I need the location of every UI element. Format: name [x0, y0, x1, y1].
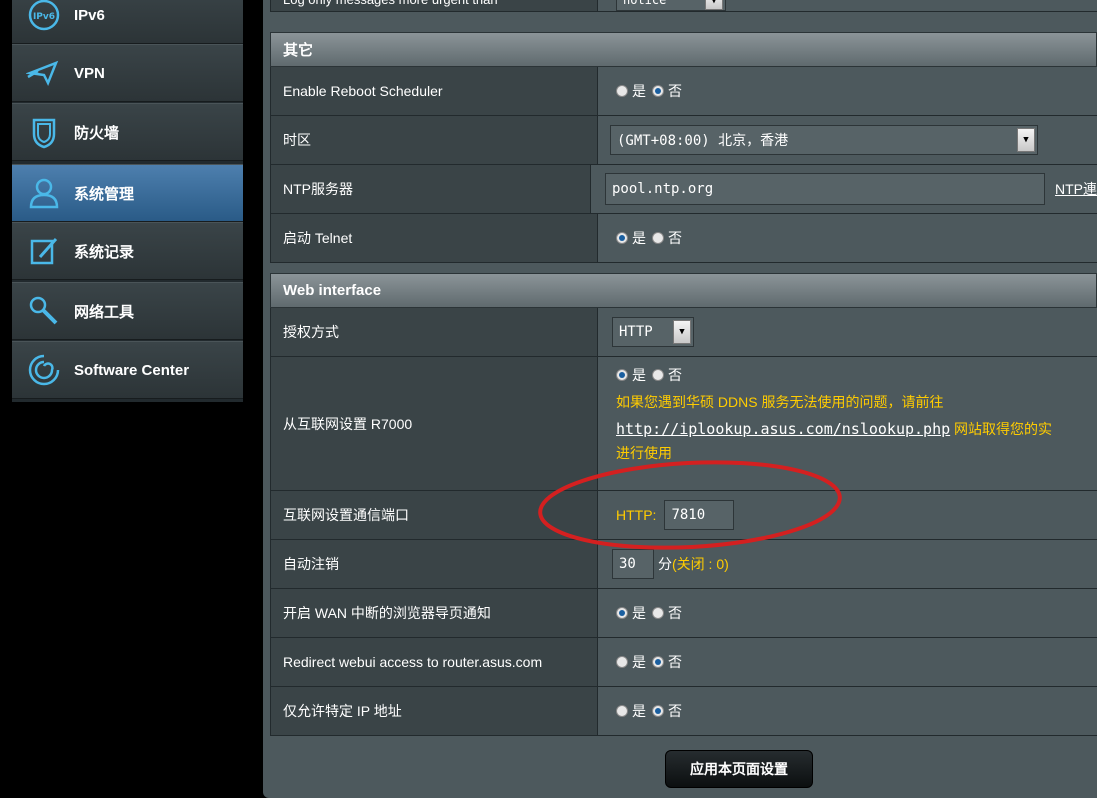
log-level-label: Log only messages more urgent than	[270, 0, 598, 11]
admin-user-icon	[24, 173, 64, 213]
ip-restrict-label: 仅允许特定 IP 地址	[270, 687, 598, 735]
ip-restrict-no-radio[interactable]: 否	[652, 701, 682, 721]
redirect-yes-radio[interactable]: 是	[616, 652, 646, 672]
sidebar-item-software-center[interactable]: Software Center	[12, 341, 243, 399]
sidebar-item-vpn[interactable]: VPN	[12, 44, 243, 102]
sidebar-item-firewall[interactable]: 防火墙	[12, 103, 243, 161]
ipv6-icon: IPv6	[24, 0, 64, 35]
ddns-warning-text: 如果您遇到华硕 DDNS 服务无法使用的问题，请前往	[616, 394, 944, 410]
ddns-warning-text-3: 进行使用	[616, 445, 672, 461]
remote-access-label: 从互联网设置 R7000	[270, 357, 598, 490]
redirect-no-radio[interactable]: 否	[652, 652, 682, 672]
sidebar-item-syslog[interactable]: 系统记录	[12, 222, 243, 280]
sidebar-item-label: 网络工具	[74, 303, 135, 321]
chevron-down-icon: ▼	[1017, 128, 1035, 152]
ip-restrict-yes-radio[interactable]: 是	[616, 701, 646, 721]
syslog-icon	[24, 231, 64, 271]
redirect-webui-label: Redirect webui access to router.asus.com	[270, 638, 598, 686]
http-port-label: 互联网设置通信端口	[270, 491, 598, 539]
auth-method-label: 授权方式	[270, 308, 598, 356]
wan-notify-yes-radio[interactable]: 是	[616, 603, 646, 623]
wan-notify-no-radio[interactable]: 否	[652, 603, 682, 623]
ntp-link[interactable]: NTP連	[1055, 179, 1097, 199]
telnet-no-radio[interactable]: 否	[652, 228, 682, 248]
sidebar-item-label: 系统管理	[74, 185, 135, 203]
remote-yes-radio[interactable]: 是	[616, 365, 646, 385]
log-level-select[interactable]: notice ▼	[616, 0, 726, 11]
software-center-icon	[24, 350, 64, 390]
timezone-row: 时区 (GMT+08:00) 北京，香港 ▼	[270, 116, 1097, 165]
web-interface-section: Web interface 授权方式 HTTP ▼ 从互联网设置 R7000 是…	[270, 273, 1097, 736]
sidebar-item-label: 系统记录	[74, 243, 135, 261]
auth-method-select[interactable]: HTTP ▼	[612, 317, 694, 347]
telnet-row: 启动 Telnet 是 否	[270, 214, 1097, 263]
ntp-server-input[interactable]: pool.ntp.org	[605, 173, 1045, 205]
svg-text:IPv6: IPv6	[33, 12, 55, 22]
section-title: 其它	[270, 32, 1097, 67]
ntp-row: NTP服务器 pool.ntp.org NTP連	[270, 165, 1097, 214]
section-title: Web interface	[270, 273, 1097, 308]
reboot-yes-radio[interactable]: 是	[616, 81, 646, 101]
reboot-scheduler-row: Enable Reboot Scheduler 是 否	[270, 67, 1097, 116]
ddns-warning-text-2: 网站取得您的实	[950, 421, 1053, 437]
network-tools-icon	[24, 291, 64, 331]
sidebar: IPv6 IPv6 VPN 防火墙 系统管理 系统记录 网络工具 Softwar…	[12, 0, 243, 402]
sidebar-item-administration[interactable]: 系统管理	[12, 164, 243, 222]
auto-logout-row: 自动注销 30 分 (关闭 : 0)	[270, 540, 1097, 589]
reboot-scheduler-label: Enable Reboot Scheduler	[270, 67, 598, 115]
auto-logout-note: (关闭 : 0)	[672, 556, 729, 572]
sidebar-item-label: VPN	[74, 64, 105, 82]
auth-method-row: 授权方式 HTTP ▼	[270, 308, 1097, 357]
wan-notify-row: 开启 WAN 中断的浏览器导页通知 是 否	[270, 589, 1097, 638]
remote-access-row: 从互联网设置 R7000 是 否 如果您遇到华硕 DDNS 服务无法使用的问题，…	[270, 357, 1097, 491]
sidebar-item-label: 防火墙	[74, 124, 120, 142]
telnet-yes-radio[interactable]: 是	[616, 228, 646, 248]
sidebar-item-label: Software Center	[74, 361, 190, 379]
firewall-icon	[24, 112, 64, 152]
chevron-down-icon: ▼	[673, 320, 691, 344]
vpn-icon	[24, 53, 64, 93]
reboot-no-radio[interactable]: 否	[652, 81, 682, 101]
chevron-down-icon: ▼	[705, 0, 723, 10]
sidebar-item-network-tools[interactable]: 网络工具	[12, 282, 243, 340]
http-port-input[interactable]: 7810	[664, 500, 735, 530]
timezone-select[interactable]: (GMT+08:00) 北京，香港 ▼	[610, 125, 1038, 155]
log-level-row: Log only messages more urgent than notic…	[270, 0, 1097, 12]
misc-section: 其它 Enable Reboot Scheduler 是 否 时区 (GMT+0…	[270, 32, 1097, 263]
timezone-label: 时区	[270, 116, 598, 164]
auto-logout-label: 自动注销	[270, 540, 598, 588]
ntp-label: NTP服务器	[270, 165, 591, 213]
telnet-label: 启动 Telnet	[270, 214, 598, 262]
wan-notify-label: 开启 WAN 中断的浏览器导页通知	[270, 589, 598, 637]
iplookup-link[interactable]: http://iplookup.asus.com/nslookup.php	[616, 420, 950, 438]
ip-restrict-row: 仅允许特定 IP 地址 是 否	[270, 687, 1097, 736]
auto-logout-input[interactable]: 30	[612, 549, 654, 579]
http-port-prefix: HTTP:	[616, 507, 657, 523]
redirect-webui-row: Redirect webui access to router.asus.com…	[270, 638, 1097, 687]
sidebar-item-ipv6[interactable]: IPv6 IPv6	[12, 0, 243, 44]
remote-no-radio[interactable]: 否	[652, 365, 682, 385]
auto-logout-unit: 分	[658, 556, 672, 572]
apply-button[interactable]: 应用本页面设置	[665, 750, 813, 788]
http-port-row: 互联网设置通信端口 HTTP: 7810	[270, 491, 1097, 540]
sidebar-item-label: IPv6	[74, 6, 105, 24]
